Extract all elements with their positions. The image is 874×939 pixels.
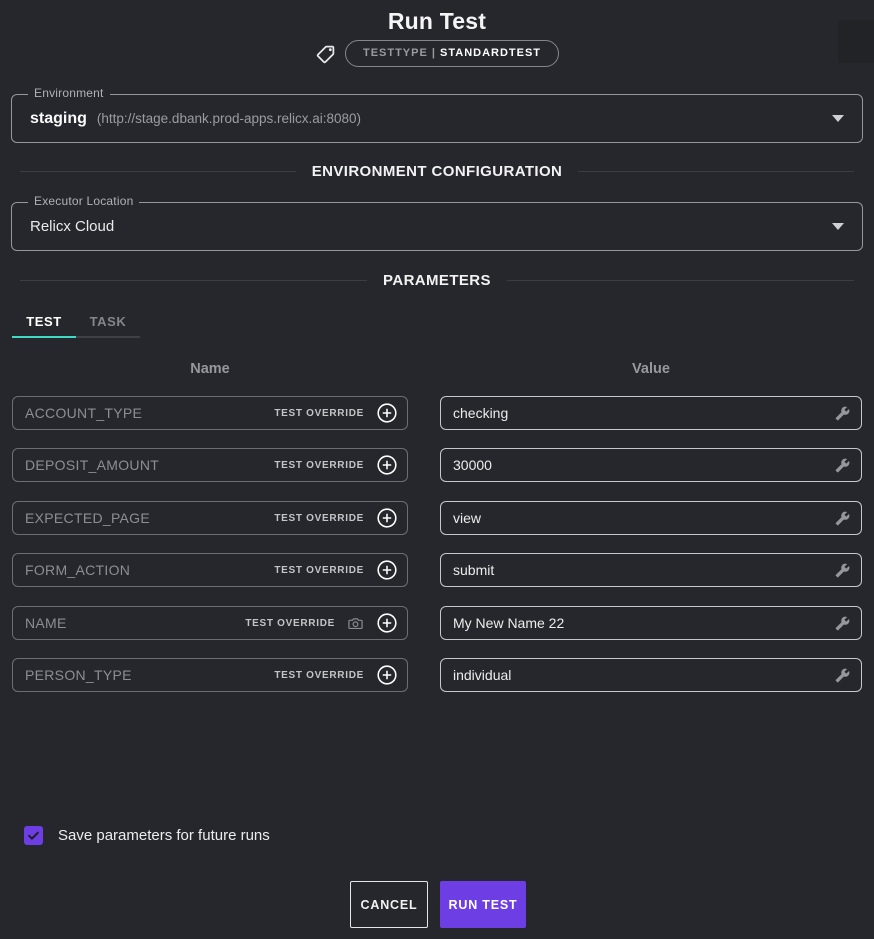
run-test-dialog: Run Test TESTTYPE | STANDARDTEST Environ… [0, 0, 874, 939]
param-value-row[interactable]: individual [440, 658, 862, 692]
test-type-pill: TESTTYPE | STANDARDTEST [345, 40, 559, 67]
page-title: Run Test [0, 8, 874, 35]
param-name: DEPOSIT_AMOUNT [25, 457, 274, 473]
tab-task[interactable]: TASK [76, 310, 140, 338]
test-override-badge: TEST OVERRIDE [274, 565, 364, 576]
add-override-icon[interactable] [376, 402, 398, 424]
environment-select[interactable]: Environment staging (http://stage.dbank.… [11, 94, 863, 143]
save-parameters-checkbox[interactable] [24, 826, 43, 845]
test-override-badge: TEST OVERRIDE [245, 618, 335, 629]
test-override-badge: TEST OVERRIDE [274, 513, 364, 524]
param-value-row[interactable]: submit [440, 553, 862, 587]
param-value-row[interactable]: My New Name 22 [440, 606, 862, 640]
environment-endpoint: (http://stage.dbank.prod-apps.relicx.ai:… [97, 111, 361, 126]
tab-test[interactable]: TEST [12, 310, 76, 338]
add-override-icon[interactable] [376, 664, 398, 686]
executor-select-inner: Relicx Cloud [12, 203, 862, 250]
param-value-row[interactable]: 30000 [440, 448, 862, 482]
param-value-row[interactable]: checking [440, 396, 862, 430]
param-name-row: DEPOSIT_AMOUNT TEST OVERRIDE [12, 448, 408, 482]
wrench-icon[interactable] [835, 458, 850, 473]
param-name-row: ACCOUNT_TYPE TEST OVERRIDE [12, 396, 408, 430]
save-parameters-label: Save parameters for future runs [58, 827, 270, 844]
parameters-divider: PARAMETERS [20, 272, 854, 289]
parameter-tabs: TEST TASK [12, 310, 140, 338]
param-name: PERSON_TYPE [25, 667, 274, 683]
pill-separator: | [432, 47, 436, 59]
param-value[interactable]: My New Name 22 [453, 615, 835, 631]
wrench-icon[interactable] [835, 616, 850, 631]
test-override-badge: TEST OVERRIDE [274, 408, 364, 419]
environment-value: staging [30, 110, 87, 128]
run-test-button[interactable]: RUN TEST [440, 881, 526, 928]
chevron-down-icon[interactable] [832, 115, 844, 122]
param-value[interactable]: submit [453, 562, 835, 578]
environment-configuration-heading: ENVIRONMENT CONFIGURATION [312, 163, 563, 180]
environment-configuration-divider: ENVIRONMENT CONFIGURATION [20, 163, 854, 180]
test-type-value: STANDARDTEST [440, 47, 541, 59]
param-value-row[interactable]: view [440, 501, 862, 535]
dialog-actions: CANCEL RUN TEST [350, 881, 526, 928]
test-type-label: TESTTYPE [363, 47, 428, 59]
name-column-header: Name [12, 361, 408, 377]
param-name: EXPECTED_PAGE [25, 510, 274, 526]
save-parameters-row: Save parameters for future runs [24, 826, 270, 845]
add-override-icon[interactable] [376, 559, 398, 581]
param-name: NAME [25, 615, 245, 631]
environment-label: Environment [28, 86, 110, 100]
divider-line [578, 171, 854, 172]
add-override-icon[interactable] [376, 454, 398, 476]
environment-select-inner: staging (http://stage.dbank.prod-apps.re… [12, 95, 862, 142]
add-override-icon[interactable] [376, 507, 398, 529]
tag-icon [315, 44, 336, 65]
executor-location-value: Relicx Cloud [30, 218, 114, 235]
param-value[interactable]: individual [453, 667, 835, 683]
test-override-badge: TEST OVERRIDE [274, 460, 364, 471]
checkmark-icon [26, 828, 41, 843]
param-name-row: NAME TEST OVERRIDE [12, 606, 408, 640]
wrench-icon[interactable] [835, 668, 850, 683]
wrench-icon[interactable] [835, 406, 850, 421]
param-name-row: EXPECTED_PAGE TEST OVERRIDE [12, 501, 408, 535]
wrench-icon[interactable] [835, 511, 850, 526]
test-type-badge-row: TESTTYPE | STANDARDTEST [0, 40, 874, 67]
divider-line [20, 280, 367, 281]
executor-location-label: Executor Location [28, 194, 139, 208]
chevron-down-icon[interactable] [832, 223, 844, 230]
param-name-row: PERSON_TYPE TEST OVERRIDE [12, 658, 408, 692]
divider-line [20, 171, 296, 172]
param-name: FORM_ACTION [25, 562, 274, 578]
wrench-icon[interactable] [835, 563, 850, 578]
value-column-header: Value [440, 361, 862, 377]
param-name: ACCOUNT_TYPE [25, 405, 274, 421]
param-value[interactable]: view [453, 510, 835, 526]
executor-location-select[interactable]: Executor Location Relicx Cloud [11, 202, 863, 251]
cancel-button[interactable]: CANCEL [350, 881, 428, 928]
test-override-badge: TEST OVERRIDE [274, 670, 364, 681]
parameters-heading: PARAMETERS [383, 272, 491, 289]
camera-icon[interactable] [347, 615, 364, 632]
divider-line [507, 280, 854, 281]
param-name-row: FORM_ACTION TEST OVERRIDE [12, 553, 408, 587]
param-value[interactable]: 30000 [453, 457, 835, 473]
param-value[interactable]: checking [453, 405, 835, 421]
add-override-icon[interactable] [376, 612, 398, 634]
